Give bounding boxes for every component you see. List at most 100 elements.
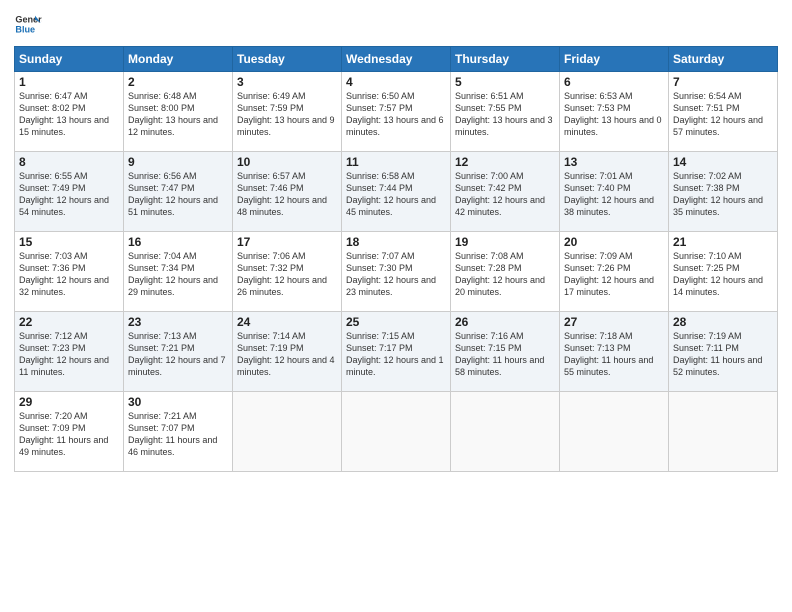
calendar-cell: 26Sunrise: 7:16 AMSunset: 7:15 PMDayligh…: [451, 312, 560, 392]
calendar-cell: 6Sunrise: 6:53 AMSunset: 7:53 PMDaylight…: [560, 72, 669, 152]
calendar-cell: 20Sunrise: 7:09 AMSunset: 7:26 PMDayligh…: [560, 232, 669, 312]
cell-details: Sunrise: 6:55 AMSunset: 7:49 PMDaylight:…: [19, 170, 119, 219]
calendar-cell: [233, 392, 342, 472]
calendar-week-row: 29Sunrise: 7:20 AMSunset: 7:09 PMDayligh…: [15, 392, 778, 472]
calendar-cell: 23Sunrise: 7:13 AMSunset: 7:21 PMDayligh…: [124, 312, 233, 392]
col-header-thursday: Thursday: [451, 47, 560, 72]
calendar-cell: 4Sunrise: 6:50 AMSunset: 7:57 PMDaylight…: [342, 72, 451, 152]
calendar-cell: 29Sunrise: 7:20 AMSunset: 7:09 PMDayligh…: [15, 392, 124, 472]
calendar-cell: 15Sunrise: 7:03 AMSunset: 7:36 PMDayligh…: [15, 232, 124, 312]
cell-details: Sunrise: 6:54 AMSunset: 7:51 PMDaylight:…: [673, 90, 773, 139]
col-header-sunday: Sunday: [15, 47, 124, 72]
svg-text:Blue: Blue: [15, 24, 35, 34]
calendar-cell: 11Sunrise: 6:58 AMSunset: 7:44 PMDayligh…: [342, 152, 451, 232]
calendar-week-row: 22Sunrise: 7:12 AMSunset: 7:23 PMDayligh…: [15, 312, 778, 392]
page-container: General Blue SundayMondayTuesdayWednesda…: [0, 0, 792, 480]
day-number: 30: [128, 395, 228, 409]
col-header-wednesday: Wednesday: [342, 47, 451, 72]
calendar-cell: 19Sunrise: 7:08 AMSunset: 7:28 PMDayligh…: [451, 232, 560, 312]
cell-details: Sunrise: 7:18 AMSunset: 7:13 PMDaylight:…: [564, 330, 664, 379]
calendar-cell: 2Sunrise: 6:48 AMSunset: 8:00 PMDaylight…: [124, 72, 233, 152]
day-number: 21: [673, 235, 773, 249]
calendar-cell: [342, 392, 451, 472]
cell-details: Sunrise: 7:20 AMSunset: 7:09 PMDaylight:…: [19, 410, 119, 459]
day-number: 20: [564, 235, 664, 249]
calendar-week-row: 15Sunrise: 7:03 AMSunset: 7:36 PMDayligh…: [15, 232, 778, 312]
calendar-cell: 24Sunrise: 7:14 AMSunset: 7:19 PMDayligh…: [233, 312, 342, 392]
calendar-cell: 1Sunrise: 6:47 AMSunset: 8:02 PMDaylight…: [15, 72, 124, 152]
day-number: 26: [455, 315, 555, 329]
day-number: 13: [564, 155, 664, 169]
calendar-cell: 3Sunrise: 6:49 AMSunset: 7:59 PMDaylight…: [233, 72, 342, 152]
calendar-cell: 27Sunrise: 7:18 AMSunset: 7:13 PMDayligh…: [560, 312, 669, 392]
cell-details: Sunrise: 6:56 AMSunset: 7:47 PMDaylight:…: [128, 170, 228, 219]
day-number: 16: [128, 235, 228, 249]
cell-details: Sunrise: 7:15 AMSunset: 7:17 PMDaylight:…: [346, 330, 446, 379]
day-number: 19: [455, 235, 555, 249]
cell-details: Sunrise: 6:50 AMSunset: 7:57 PMDaylight:…: [346, 90, 446, 139]
day-number: 18: [346, 235, 446, 249]
cell-details: Sunrise: 7:16 AMSunset: 7:15 PMDaylight:…: [455, 330, 555, 379]
calendar-cell: 14Sunrise: 7:02 AMSunset: 7:38 PMDayligh…: [669, 152, 778, 232]
calendar-table: SundayMondayTuesdayWednesdayThursdayFrid…: [14, 46, 778, 472]
cell-details: Sunrise: 7:08 AMSunset: 7:28 PMDaylight:…: [455, 250, 555, 299]
calendar-cell: 30Sunrise: 7:21 AMSunset: 7:07 PMDayligh…: [124, 392, 233, 472]
day-number: 24: [237, 315, 337, 329]
calendar-header-row: SundayMondayTuesdayWednesdayThursdayFrid…: [15, 47, 778, 72]
calendar-cell: 9Sunrise: 6:56 AMSunset: 7:47 PMDaylight…: [124, 152, 233, 232]
cell-details: Sunrise: 7:03 AMSunset: 7:36 PMDaylight:…: [19, 250, 119, 299]
day-number: 22: [19, 315, 119, 329]
day-number: 15: [19, 235, 119, 249]
calendar-cell: 21Sunrise: 7:10 AMSunset: 7:25 PMDayligh…: [669, 232, 778, 312]
calendar-cell: 10Sunrise: 6:57 AMSunset: 7:46 PMDayligh…: [233, 152, 342, 232]
calendar-cell: 28Sunrise: 7:19 AMSunset: 7:11 PMDayligh…: [669, 312, 778, 392]
cell-details: Sunrise: 7:12 AMSunset: 7:23 PMDaylight:…: [19, 330, 119, 379]
day-number: 5: [455, 75, 555, 89]
cell-details: Sunrise: 7:19 AMSunset: 7:11 PMDaylight:…: [673, 330, 773, 379]
day-number: 3: [237, 75, 337, 89]
cell-details: Sunrise: 6:48 AMSunset: 8:00 PMDaylight:…: [128, 90, 228, 139]
cell-details: Sunrise: 7:01 AMSunset: 7:40 PMDaylight:…: [564, 170, 664, 219]
calendar-cell: [669, 392, 778, 472]
col-header-saturday: Saturday: [669, 47, 778, 72]
day-number: 14: [673, 155, 773, 169]
day-number: 12: [455, 155, 555, 169]
cell-details: Sunrise: 6:57 AMSunset: 7:46 PMDaylight:…: [237, 170, 337, 219]
day-number: 28: [673, 315, 773, 329]
cell-details: Sunrise: 7:06 AMSunset: 7:32 PMDaylight:…: [237, 250, 337, 299]
cell-details: Sunrise: 6:49 AMSunset: 7:59 PMDaylight:…: [237, 90, 337, 139]
col-header-monday: Monday: [124, 47, 233, 72]
calendar-cell: 17Sunrise: 7:06 AMSunset: 7:32 PMDayligh…: [233, 232, 342, 312]
day-number: 27: [564, 315, 664, 329]
logo-icon: General Blue: [14, 10, 42, 38]
day-number: 1: [19, 75, 119, 89]
day-number: 11: [346, 155, 446, 169]
day-number: 7: [673, 75, 773, 89]
calendar-cell: 18Sunrise: 7:07 AMSunset: 7:30 PMDayligh…: [342, 232, 451, 312]
calendar-cell: 5Sunrise: 6:51 AMSunset: 7:55 PMDaylight…: [451, 72, 560, 152]
cell-details: Sunrise: 7:04 AMSunset: 7:34 PMDaylight:…: [128, 250, 228, 299]
calendar-cell: 7Sunrise: 6:54 AMSunset: 7:51 PMDaylight…: [669, 72, 778, 152]
day-number: 4: [346, 75, 446, 89]
cell-details: Sunrise: 6:51 AMSunset: 7:55 PMDaylight:…: [455, 90, 555, 139]
day-number: 6: [564, 75, 664, 89]
logo: General Blue: [14, 10, 42, 38]
day-number: 25: [346, 315, 446, 329]
calendar-week-row: 1Sunrise: 6:47 AMSunset: 8:02 PMDaylight…: [15, 72, 778, 152]
cell-details: Sunrise: 7:13 AMSunset: 7:21 PMDaylight:…: [128, 330, 228, 379]
cell-details: Sunrise: 6:58 AMSunset: 7:44 PMDaylight:…: [346, 170, 446, 219]
day-number: 8: [19, 155, 119, 169]
cell-details: Sunrise: 7:09 AMSunset: 7:26 PMDaylight:…: [564, 250, 664, 299]
cell-details: Sunrise: 7:14 AMSunset: 7:19 PMDaylight:…: [237, 330, 337, 379]
day-number: 2: [128, 75, 228, 89]
calendar-cell: 8Sunrise: 6:55 AMSunset: 7:49 PMDaylight…: [15, 152, 124, 232]
calendar-cell: 22Sunrise: 7:12 AMSunset: 7:23 PMDayligh…: [15, 312, 124, 392]
calendar-cell: 25Sunrise: 7:15 AMSunset: 7:17 PMDayligh…: [342, 312, 451, 392]
day-number: 10: [237, 155, 337, 169]
calendar-cell: 13Sunrise: 7:01 AMSunset: 7:40 PMDayligh…: [560, 152, 669, 232]
day-number: 23: [128, 315, 228, 329]
cell-details: Sunrise: 7:00 AMSunset: 7:42 PMDaylight:…: [455, 170, 555, 219]
cell-details: Sunrise: 7:10 AMSunset: 7:25 PMDaylight:…: [673, 250, 773, 299]
calendar-cell: [451, 392, 560, 472]
header: General Blue: [14, 10, 778, 38]
